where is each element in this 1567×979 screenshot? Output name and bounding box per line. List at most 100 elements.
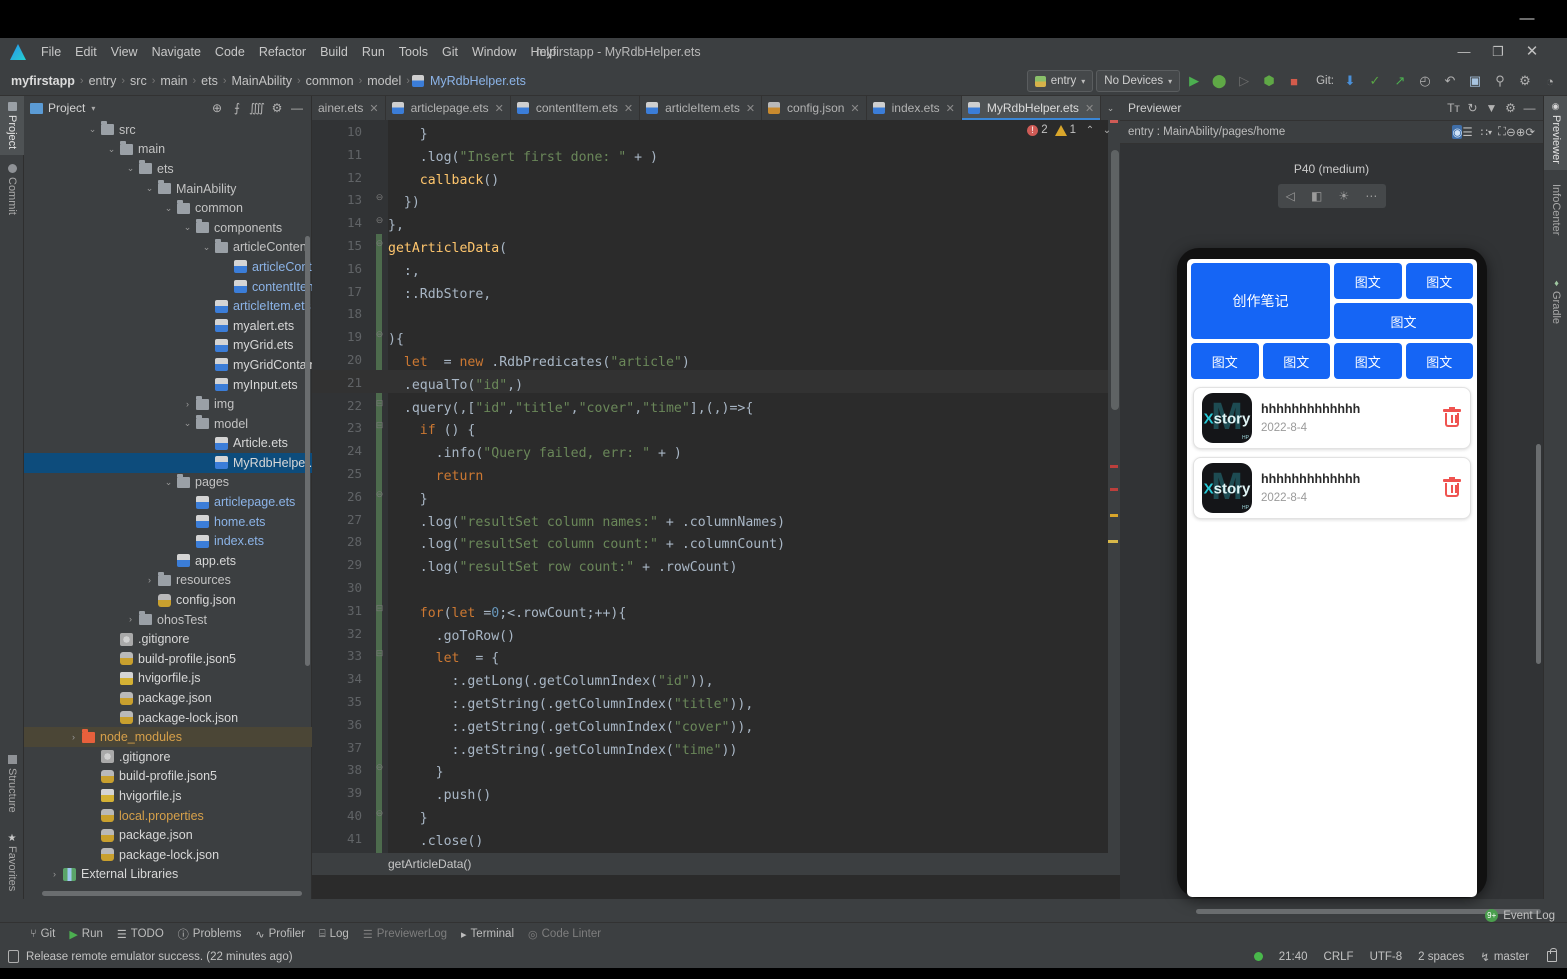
hide-panel-icon[interactable]: — (287, 98, 307, 118)
editor-tab[interactable]: config.json ✕ (762, 96, 867, 120)
device-selector[interactable]: No Devices ▾ (1096, 70, 1181, 92)
device-manager-icon[interactable]: ▣ (1464, 70, 1486, 92)
editor-tab[interactable]: articleItem.ets ✕ (640, 96, 763, 120)
rail-tab-previewer[interactable]: ◉ Previewer (1544, 96, 1567, 170)
tree-node[interactable]: Article.ets (24, 434, 312, 454)
breadcrumb-item-entry[interactable]: entry (86, 74, 120, 88)
tree-node[interactable]: ⌄ components (24, 218, 312, 238)
run-configuration-selector[interactable]: entry ▾ (1026, 70, 1094, 92)
article-card[interactable]: M Xstory HP hhhhhhhhhhhhh 2022-8-4 (1193, 387, 1471, 449)
menu-item-navigate[interactable]: Navigate (145, 42, 208, 62)
os-minimize-button[interactable]: — (1515, 8, 1539, 30)
run-icon[interactable]: ▶ (1183, 70, 1205, 92)
filter-icon[interactable]: ▼ (1482, 99, 1501, 118)
locate-file-icon[interactable]: ⊕ (207, 98, 227, 118)
fold-toggle-icon[interactable]: ⊟ (374, 648, 385, 659)
settings-gear-icon[interactable]: ⚙ (1514, 70, 1536, 92)
menu-item-run[interactable]: Run (355, 42, 392, 62)
tree-node[interactable]: hvigorfile.js (24, 669, 312, 689)
tree-node[interactable]: build-profile.json5 (24, 649, 312, 669)
tree-node[interactable]: › img (24, 394, 312, 414)
code-line[interactable]: } (388, 762, 444, 785)
rail-tab-favorites[interactable]: ★ Favorites (0, 827, 24, 897)
code-line[interactable]: .equalTo("id",) (388, 375, 523, 398)
code-line[interactable]: .query(,["id","title","cover","time"],(,… (388, 398, 753, 421)
menu-item-git[interactable]: Git (435, 42, 465, 62)
code-line[interactable]: } (388, 489, 428, 512)
fold-toggle-icon[interactable]: ⊟ (374, 398, 385, 409)
chevron-down-icon[interactable]: ⌄ (125, 164, 136, 173)
code-line[interactable] (388, 306, 404, 329)
tree-node[interactable]: .gitignore (24, 747, 312, 767)
breadcrumb-item-project[interactable]: myfirstapp (8, 74, 78, 88)
code-line[interactable]: } (388, 124, 428, 147)
tool-window-terminal[interactable]: ▸ Terminal (461, 928, 514, 941)
breadcrumb-item-src[interactable]: src (127, 74, 150, 88)
fold-toggle-icon[interactable]: ⊖ (374, 808, 385, 819)
back-icon[interactable]: ◁ (1286, 189, 1295, 203)
git-branch[interactable]: ↯ master (1480, 950, 1529, 964)
fold-toggle-icon[interactable]: ⊖ (374, 489, 385, 500)
close-icon[interactable]: ✕ (495, 102, 504, 115)
git-update-icon[interactable]: ⬇ (1339, 70, 1361, 92)
chevron-down-icon[interactable]: ⌄ (201, 242, 212, 252)
breadcrumb-item-mainability[interactable]: MainAbility (229, 74, 295, 88)
line-separator[interactable]: CRLF (1324, 951, 1354, 963)
tree-node[interactable]: ⌄ ets (24, 159, 312, 179)
tree-node[interactable]: index.ets (24, 531, 312, 551)
caret-marker[interactable] (1108, 540, 1118, 543)
rail-tab-gradle[interactable]: ♦ Gradle (1544, 272, 1567, 330)
code-line[interactable]: :.RdbStore, (388, 284, 491, 307)
code-line[interactable]: .push() (388, 785, 492, 808)
grid-tile[interactable]: 图文 (1405, 343, 1473, 379)
tree-node[interactable]: package.json (24, 825, 312, 845)
tool-window-git[interactable]: ⑂ Git (30, 928, 55, 940)
line-column[interactable]: 21:40 (1279, 951, 1308, 963)
zoom-out-icon[interactable]: ⊖ (1506, 125, 1516, 139)
tree-node[interactable]: myalert.ets (24, 316, 312, 336)
rail-tab-project[interactable]: Project (0, 96, 24, 156)
expand-all-icon[interactable]: ⨍ (227, 98, 247, 118)
indent-setting[interactable]: 2 spaces (1418, 951, 1464, 963)
error-marker[interactable] (1110, 120, 1118, 123)
close-icon[interactable]: ✕ (946, 102, 955, 115)
grid-tile[interactable]: 图文 (1334, 303, 1473, 339)
tree-node[interactable]: app.ets (24, 551, 312, 571)
editor-tab[interactable]: articlepage.ets ✕ (386, 96, 511, 120)
tree-node[interactable]: ⌄ MainAbility (24, 179, 312, 199)
grid-tile[interactable]: 图文 (1334, 263, 1402, 299)
tree-node[interactable]: build-profile.json5 (24, 767, 312, 787)
fold-toggle-icon[interactable]: ⊖ (374, 192, 385, 203)
code-line[interactable]: .info("Query failed, err: " + ) (388, 443, 682, 466)
tree-node[interactable]: ⌄ common (24, 198, 312, 218)
prev-problem-icon[interactable]: ⌃ (1083, 125, 1097, 136)
chevron-down-icon[interactable]: ⌄ (163, 477, 174, 487)
tree-node[interactable]: › resources (24, 571, 312, 591)
zoom-in-icon[interactable]: ⊕ (1516, 125, 1526, 139)
fold-toggle-icon[interactable]: ⊖ (374, 329, 385, 340)
code-line[interactable]: ){ (388, 329, 404, 352)
close-button[interactable]: ✕ (1517, 42, 1547, 62)
file-encoding[interactable]: UTF-8 (1370, 951, 1403, 963)
maximize-button[interactable]: ❐ (1483, 42, 1513, 62)
git-commit-icon[interactable]: ✓ (1364, 70, 1386, 92)
grid-tile[interactable]: 图文 (1262, 343, 1330, 379)
tree-node[interactable]: contentItem.ets (24, 277, 312, 297)
chevron-right-icon[interactable]: › (125, 615, 136, 624)
tree-node[interactable]: articlepage.ets (24, 492, 312, 512)
chevron-down-icon[interactable]: ⌄ (106, 144, 117, 154)
rail-tab-commit[interactable]: Commit (0, 158, 24, 221)
code-line[interactable]: :.getString(.getColumnIndex("time")) (388, 740, 738, 763)
fold-toggle-icon[interactable]: ⊟ (374, 603, 385, 614)
menu-item-tools[interactable]: Tools (392, 42, 435, 62)
warning-marker[interactable] (1110, 514, 1118, 517)
code-line[interactable]: .log("Insert first done: " + ) (388, 147, 658, 170)
tree-node[interactable]: ⌄ pages (24, 473, 312, 493)
code-line[interactable]: :.getString(.getColumnIndex("cover")), (388, 717, 754, 740)
tree-node[interactable]: ⌄ src (24, 120, 312, 140)
fold-toggle-icon[interactable]: ⊟ (374, 420, 385, 431)
close-icon[interactable]: ✕ (1085, 102, 1094, 115)
tree-node[interactable]: local.properties (24, 806, 312, 826)
chevron-right-icon[interactable]: › (182, 399, 193, 409)
search-everywhere-icon[interactable]: ⚲ (1489, 70, 1511, 92)
